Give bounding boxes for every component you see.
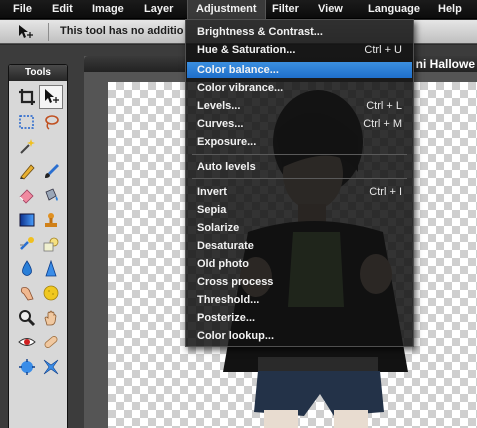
blur-icon[interactable] <box>15 257 39 281</box>
tools-panel: Tools <box>8 64 68 428</box>
menu-item-color-vibrance[interactable]: Color vibrance... <box>187 80 412 96</box>
menu-item-label: Hue & Saturation... <box>197 44 296 56</box>
menu-image[interactable]: Image <box>92 3 124 15</box>
menu-edit[interactable]: Edit <box>52 3 73 15</box>
pinch-icon[interactable] <box>39 355 63 379</box>
bloat-icon[interactable] <box>15 355 39 379</box>
menu-item-label: Exposure... <box>197 136 257 148</box>
menu-item-exposure[interactable]: Exposure... <box>187 134 412 150</box>
smudge-icon[interactable] <box>15 281 39 305</box>
menu-item-label: Brightness & Contrast... <box>197 26 323 38</box>
sponge-icon[interactable] <box>39 281 63 305</box>
move-tool-indicator-icon <box>16 24 34 40</box>
menu-item-label: Cross process <box>197 276 274 288</box>
crop-icon[interactable] <box>15 85 39 109</box>
menu-item-hue-saturation[interactable]: Hue & Saturation... Ctrl + U <box>187 42 412 58</box>
brush-icon[interactable] <box>39 159 63 183</box>
menu-item-threshold[interactable]: Threshold... <box>187 292 412 308</box>
menu-separator <box>192 178 407 179</box>
menu-item-auto-levels[interactable]: Auto levels <box>187 159 412 175</box>
menu-separator <box>192 154 407 155</box>
menu-help[interactable]: Help <box>438 3 462 15</box>
gradient-icon[interactable] <box>15 208 39 232</box>
menu-language[interactable]: Language <box>368 3 420 15</box>
menu-bar: File Edit Image Layer Adjustment Filter … <box>0 0 477 19</box>
menu-item-posterize[interactable]: Posterize... <box>187 310 412 326</box>
adjustment-menu: Brightness & Contrast... Hue & Saturatio… <box>185 19 414 347</box>
color-replace-icon[interactable] <box>15 232 39 256</box>
empty-tool-slot <box>39 134 63 158</box>
menu-item-curves[interactable]: Curves... Ctrl + M <box>187 116 412 132</box>
menu-item-shortcut: Ctrl + L <box>366 100 402 112</box>
menu-layer[interactable]: Layer <box>144 3 173 15</box>
menu-item-label: Solarize <box>197 222 240 234</box>
menu-item-sepia[interactable]: Sepia <box>187 202 412 218</box>
red-eye-icon[interactable] <box>15 330 39 354</box>
paint-bucket-icon[interactable] <box>39 183 63 207</box>
sharpen-icon[interactable] <box>39 257 63 281</box>
menu-adjustment[interactable]: Adjustment <box>187 0 266 19</box>
menu-item-label: Curves... <box>197 118 244 130</box>
eraser-icon[interactable] <box>15 183 39 207</box>
menu-filter[interactable]: Filter <box>272 3 299 15</box>
menu-item-shortcut: Ctrl + U <box>364 44 402 56</box>
shape-icon[interactable] <box>39 232 63 256</box>
pencil-icon[interactable] <box>15 159 39 183</box>
menu-item-shortcut: Ctrl + I <box>369 186 402 198</box>
marquee-icon[interactable] <box>15 110 39 134</box>
toolbar-divider <box>48 23 49 41</box>
menu-item-desaturate[interactable]: Desaturate <box>187 238 412 254</box>
zoom-icon[interactable] <box>15 306 39 330</box>
menu-item-label: Posterize... <box>197 312 256 324</box>
menu-item-old-photo[interactable]: Old photo <box>187 256 412 272</box>
menu-item-levels[interactable]: Levels... Ctrl + L <box>187 98 412 114</box>
clone-stamp-icon[interactable] <box>39 208 63 232</box>
menu-item-label: Desaturate <box>197 240 254 252</box>
menu-item-invert[interactable]: Invert Ctrl + I <box>187 184 412 200</box>
menu-item-label: Auto levels <box>197 161 256 173</box>
menu-item-label: Old photo <box>197 258 249 270</box>
tools-grid <box>15 85 63 379</box>
menu-item-label: Color vibrance... <box>197 82 284 94</box>
menu-view[interactable]: View <box>318 3 343 15</box>
menu-item-color-balance[interactable]: Color balance... <box>187 62 412 78</box>
lasso-icon[interactable] <box>39 110 63 134</box>
menu-file[interactable]: File <box>13 3 32 15</box>
tool-options-message: This tool has no additio <box>60 25 184 37</box>
menu-item-label: Color balance... <box>197 64 279 76</box>
menu-item-solarize[interactable]: Solarize <box>187 220 412 236</box>
bandage-icon[interactable] <box>39 330 63 354</box>
magic-wand-icon[interactable] <box>15 134 39 158</box>
hand-icon[interactable] <box>39 306 63 330</box>
menu-item-brightness-contrast[interactable]: Brightness & Contrast... <box>187 24 412 40</box>
menu-item-cross-process[interactable]: Cross process <box>187 274 412 290</box>
tools-panel-title: Tools <box>9 65 67 81</box>
menu-item-label: Levels... <box>197 100 241 112</box>
menu-item-label: Color lookup... <box>197 330 274 342</box>
move-icon[interactable] <box>39 85 63 109</box>
menu-item-label: Sepia <box>197 204 227 216</box>
menu-item-shortcut: Ctrl + M <box>363 118 402 130</box>
menu-item-color-lookup[interactable]: Color lookup... <box>187 328 412 344</box>
document-title: ni Hallowe <box>415 57 475 71</box>
menu-item-label: Threshold... <box>197 294 260 306</box>
menu-item-label: Invert <box>197 186 227 198</box>
